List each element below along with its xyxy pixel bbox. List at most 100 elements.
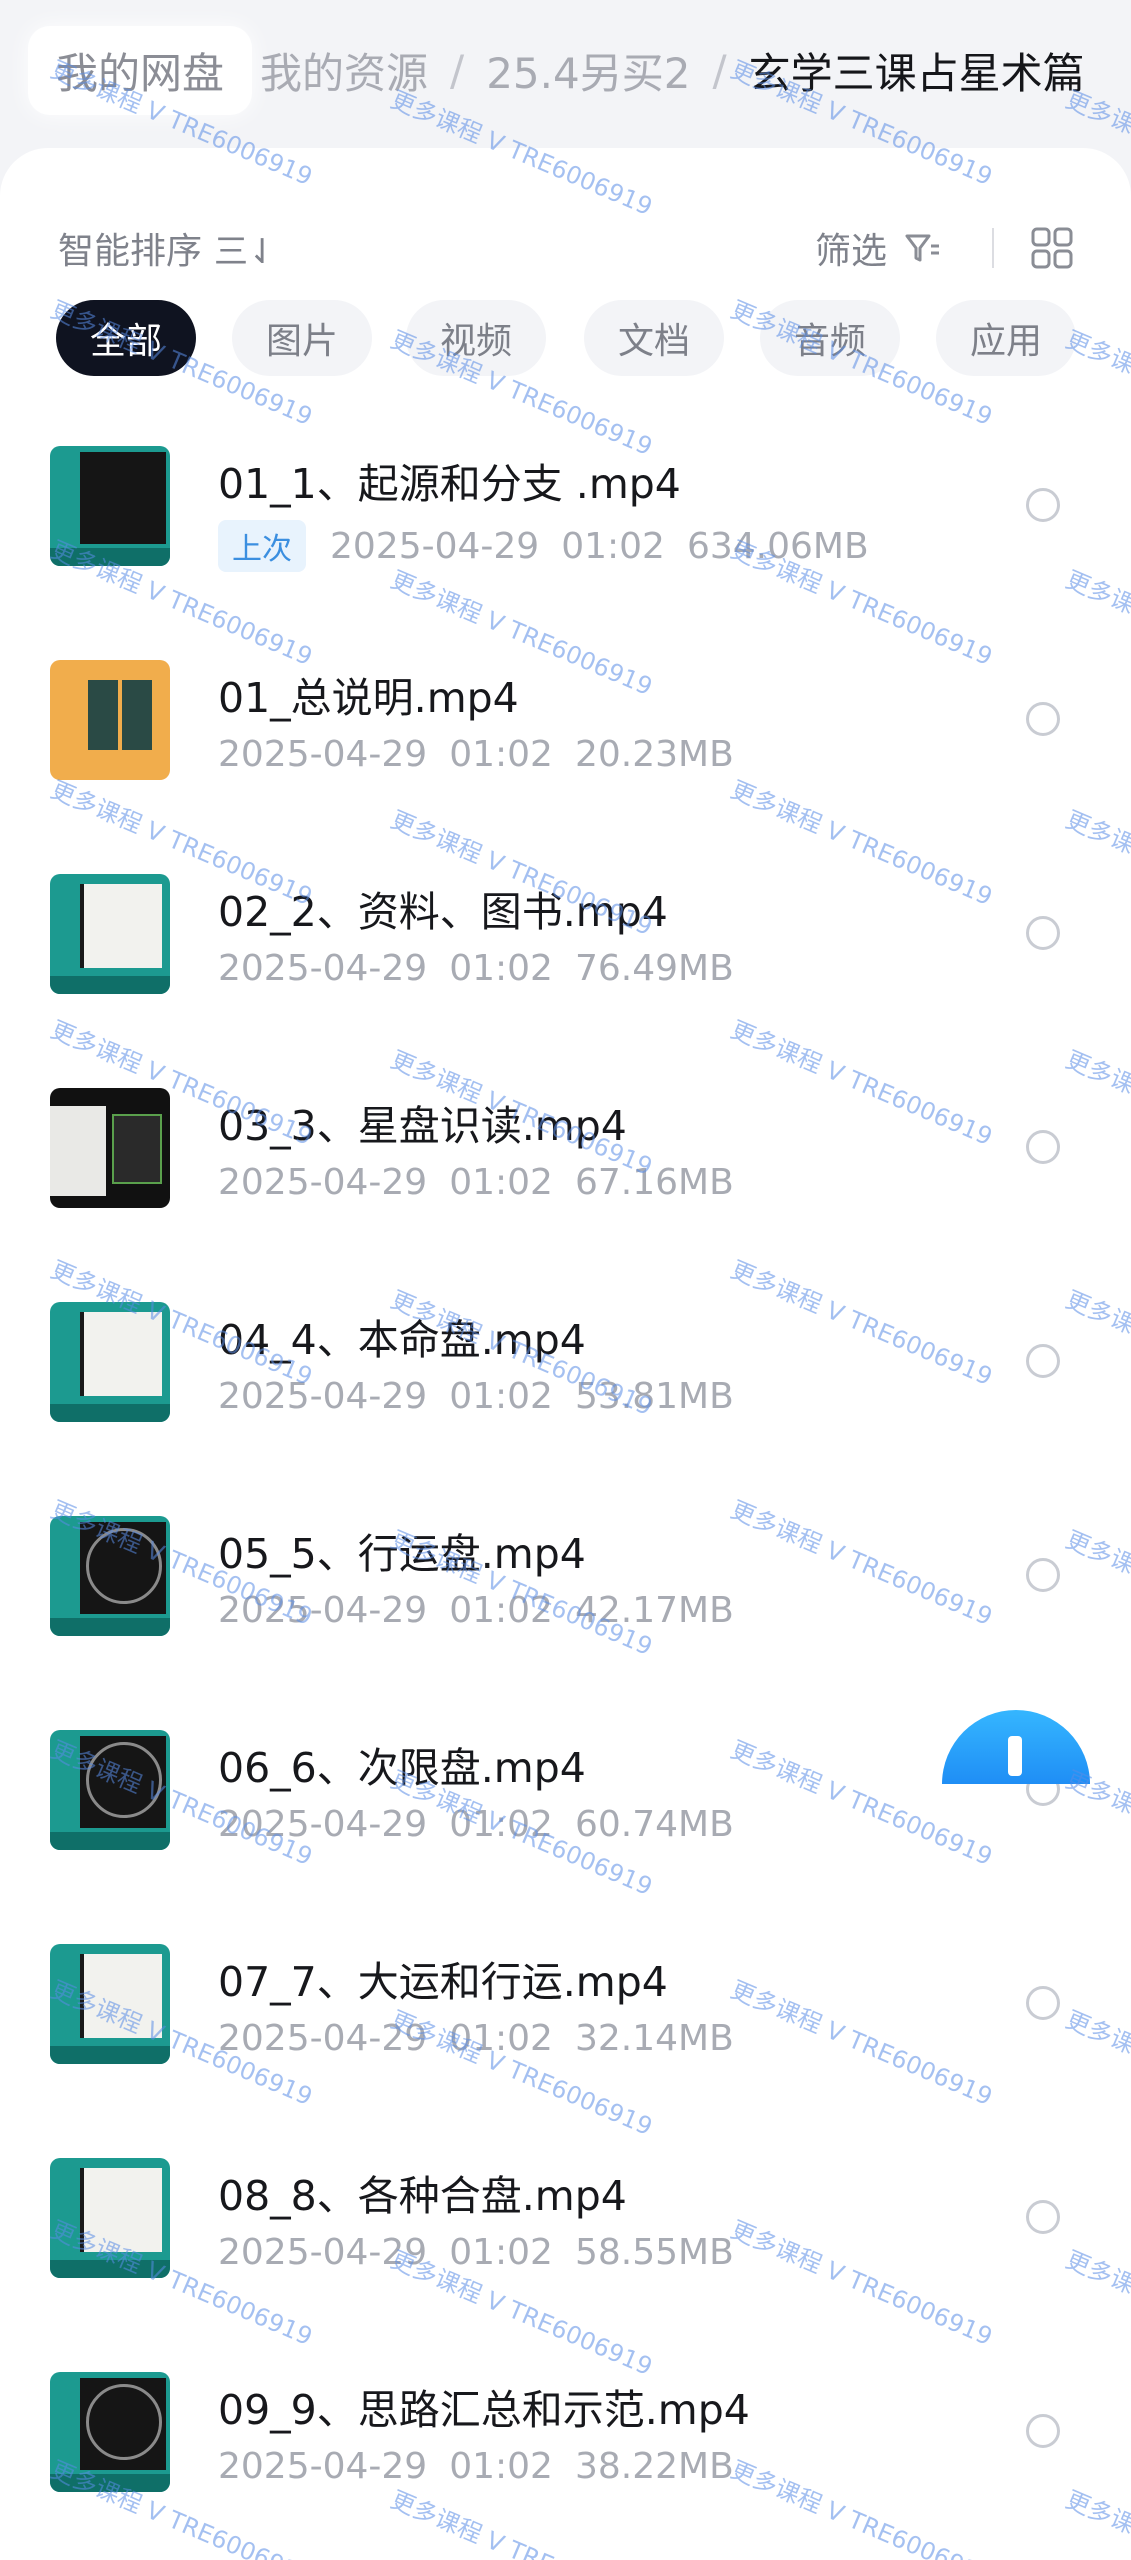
file-date: 2025-04-29 bbox=[218, 1376, 428, 1417]
file-meta: 上次 2025-04-29 01:02 634.06MB bbox=[218, 520, 869, 572]
breadcrumb: 我的网盘 我的资源 / 25.4另买2 / 玄学三课占星术篇 bbox=[0, 0, 1131, 140]
file-date: 2025-04-29 bbox=[330, 525, 540, 567]
file-time: 01:02 bbox=[449, 734, 553, 775]
chip-apps[interactable]: 应用 bbox=[936, 300, 1076, 376]
file-size: 38.22MB bbox=[574, 2446, 734, 2487]
file-date: 2025-04-29 bbox=[218, 1162, 428, 1203]
video-thumbnail bbox=[50, 1730, 170, 1850]
sort-button[interactable]: 智能排序 三⇃ bbox=[58, 222, 277, 274]
file-name: 06_6、次限盘.mp4 bbox=[218, 1744, 586, 1792]
filter-label: 筛选 bbox=[815, 231, 888, 272]
select-radio[interactable] bbox=[1026, 1558, 1060, 1592]
file-time: 01:02 bbox=[449, 2446, 553, 2487]
chip-all[interactable]: 全部 bbox=[56, 300, 196, 376]
grid-view-icon[interactable] bbox=[1030, 226, 1074, 270]
video-thumbnail bbox=[50, 1944, 170, 2064]
breadcrumb-my-resources[interactable]: 我的资源 bbox=[260, 40, 428, 101]
file-row[interactable]: 01_总说明.mp4 2025-04-29 01:02 20.23MB bbox=[0, 660, 1131, 874]
filter-icon bbox=[905, 234, 940, 262]
sort-icon: 三⇃ bbox=[214, 231, 277, 272]
file-size: 634.06MB bbox=[686, 525, 869, 567]
file-name: 05_5、行运盘.mp4 bbox=[218, 1530, 586, 1578]
file-row[interactable]: 05_5、行运盘.mp4 2025-04-29 01:02 42.17MB bbox=[0, 1516, 1131, 1730]
file-date: 2025-04-29 bbox=[218, 1804, 428, 1845]
breadcrumb-separator: / bbox=[712, 45, 727, 95]
select-radio[interactable] bbox=[1026, 702, 1060, 736]
filter-button[interactable]: 筛选 bbox=[815, 222, 943, 274]
file-time: 01:02 bbox=[449, 2018, 553, 2059]
file-row[interactable]: 04_4、本命盘.mp4 2025-04-29 01:02 53.81MB bbox=[0, 1302, 1131, 1516]
video-thumbnail bbox=[50, 874, 170, 994]
file-meta: 2025-04-29 01:02 67.16MB bbox=[218, 1162, 734, 1203]
file-size: 60.74MB bbox=[574, 1804, 734, 1845]
file-name: 01_1、起源和分支 .mp4 bbox=[218, 460, 681, 508]
file-date: 2025-04-29 bbox=[218, 948, 428, 989]
file-row[interactable]: 07_7、大运和行运.mp4 2025-04-29 01:02 32.14MB bbox=[0, 1944, 1131, 2158]
video-thumbnail bbox=[50, 2158, 170, 2278]
file-name: 04_4、本命盘.mp4 bbox=[218, 1316, 586, 1364]
file-name: 02_2、资料、图书.mp4 bbox=[218, 888, 668, 936]
file-meta: 2025-04-29 01:02 32.14MB bbox=[218, 2018, 734, 2059]
category-filter-bar: 全部 图片 视频 文档 音频 应用 bbox=[0, 300, 1131, 376]
file-size: 58.55MB bbox=[574, 2232, 734, 2273]
toolbar: 智能排序 三⇃ 筛选 bbox=[0, 208, 1131, 288]
select-radio[interactable] bbox=[1026, 2414, 1060, 2448]
toolbar-divider bbox=[992, 228, 994, 268]
file-meta: 2025-04-29 01:02 58.55MB bbox=[218, 2232, 734, 2273]
video-thumbnail bbox=[50, 1516, 170, 1636]
select-radio[interactable] bbox=[1026, 1130, 1060, 1164]
chip-images[interactable]: 图片 bbox=[232, 300, 372, 376]
breadcrumb-separator: / bbox=[450, 45, 465, 95]
select-radio[interactable] bbox=[1026, 1344, 1060, 1378]
file-meta: 2025-04-29 01:02 38.22MB bbox=[218, 2446, 734, 2487]
file-date: 2025-04-29 bbox=[218, 2018, 428, 2059]
file-row[interactable]: 03_3、星盘识读.mp4 2025-04-29 01:02 67.16MB bbox=[0, 1088, 1131, 1302]
file-time: 01:02 bbox=[449, 2232, 553, 2273]
file-size: 67.16MB bbox=[574, 1162, 734, 1203]
file-size: 76.49MB bbox=[574, 948, 734, 989]
file-date: 2025-04-29 bbox=[218, 2446, 428, 2487]
video-thumbnail bbox=[50, 2372, 170, 2492]
chip-documents[interactable]: 文档 bbox=[584, 300, 724, 376]
select-radio[interactable] bbox=[1026, 916, 1060, 950]
file-row[interactable]: 08_8、各种合盘.mp4 2025-04-29 01:02 58.55MB bbox=[0, 2158, 1131, 2372]
file-meta: 2025-04-29 01:02 20.23MB bbox=[218, 734, 734, 775]
file-size: 53.81MB bbox=[574, 1376, 734, 1417]
breadcrumb-root[interactable]: 我的网盘 bbox=[28, 25, 253, 115]
file-date: 2025-04-29 bbox=[218, 1590, 428, 1631]
file-name: 08_8、各种合盘.mp4 bbox=[218, 2172, 627, 2220]
breadcrumb-folder[interactable]: 25.4另买2 bbox=[486, 40, 690, 101]
file-row[interactable]: 09_9、思路汇总和示范.mp4 2025-04-29 01:02 38.22M… bbox=[0, 2372, 1131, 2560]
file-size: 42.17MB bbox=[574, 1590, 734, 1631]
file-meta: 2025-04-29 01:02 53.81MB bbox=[218, 1376, 734, 1417]
video-thumbnail bbox=[50, 446, 170, 566]
upload-icon bbox=[1008, 1736, 1022, 1776]
select-radio[interactable] bbox=[1026, 488, 1060, 522]
file-meta: 2025-04-29 01:02 60.74MB bbox=[218, 1804, 734, 1845]
file-date: 2025-04-29 bbox=[218, 734, 428, 775]
file-time: 01:02 bbox=[449, 948, 553, 989]
chip-audio[interactable]: 音频 bbox=[760, 300, 900, 376]
select-radio[interactable] bbox=[1026, 1986, 1060, 2020]
file-row[interactable]: 02_2、资料、图书.mp4 2025-04-29 01:02 76.49MB bbox=[0, 874, 1131, 1088]
file-time: 01:02 bbox=[449, 1590, 553, 1631]
chip-videos[interactable]: 视频 bbox=[406, 300, 546, 376]
file-time: 01:02 bbox=[449, 1804, 553, 1845]
file-time: 01:02 bbox=[449, 1162, 553, 1203]
file-date: 2025-04-29 bbox=[218, 2232, 428, 2273]
breadcrumb-current-folder: 玄学三课占星术篇 bbox=[748, 48, 1085, 98]
file-row[interactable]: 01_1、起源和分支 .mp4 上次 2025-04-29 01:02 634.… bbox=[0, 446, 1131, 660]
file-name: 09_9、思路汇总和示范.mp4 bbox=[218, 2386, 750, 2434]
file-name: 07_7、大运和行运.mp4 bbox=[218, 1958, 668, 2006]
file-time: 01:02 bbox=[561, 525, 665, 567]
file-meta: 2025-04-29 01:02 76.49MB bbox=[218, 948, 734, 989]
video-thumbnail bbox=[50, 1088, 170, 1208]
file-name: 01_总说明.mp4 bbox=[218, 674, 519, 722]
file-size: 20.23MB bbox=[574, 734, 734, 775]
select-radio[interactable] bbox=[1026, 2200, 1060, 2234]
file-size: 32.14MB bbox=[574, 2018, 734, 2059]
video-thumbnail bbox=[50, 1302, 170, 1422]
sort-label: 智能排序 bbox=[58, 231, 203, 272]
last-viewed-badge: 上次 bbox=[218, 520, 306, 572]
file-name: 03_3、星盘识读.mp4 bbox=[218, 1102, 627, 1150]
